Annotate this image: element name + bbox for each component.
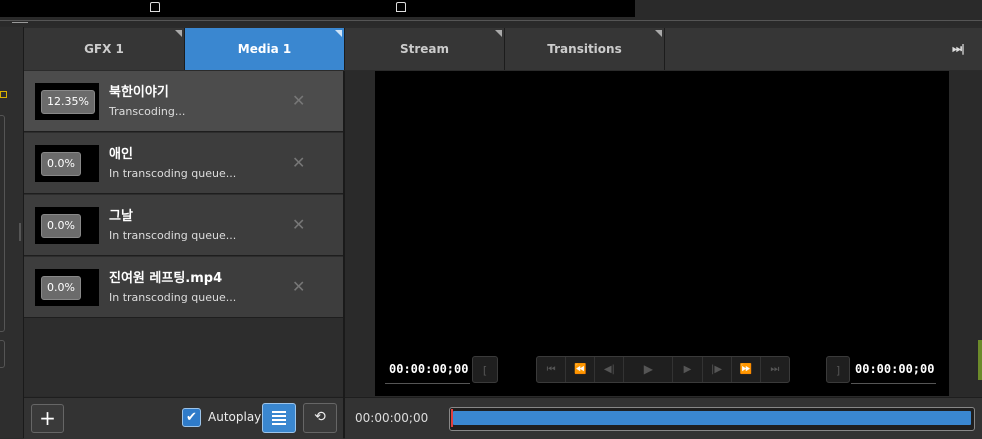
skip-to-start-icon[interactable]: ⏮ [537,357,567,382]
left-panel-button[interactable] [0,340,5,368]
step-back-icon[interactable]: ◀| [595,357,625,382]
tab-strip-filler: ⏭| [665,28,982,70]
current-time: 00:00:00;00 [355,411,429,425]
mark-in-button[interactable]: [ [472,356,498,383]
handle-icon[interactable] [12,22,28,23]
play-forward-icon[interactable]: ▶ [673,357,703,382]
progress-badge: 0.0% [41,214,81,238]
media-name: 북한이야기 [109,85,169,100]
progress-badge: 12.35% [41,90,95,114]
close-icon[interactable]: ✕ [292,215,305,234]
timeline-bar: 00:00:00;00 [345,397,982,439]
close-icon[interactable]: ✕ [292,153,305,172]
top-bar [0,0,982,26]
media-name: 애인 [109,147,133,162]
close-icon[interactable]: ✕ [292,277,305,296]
tab-label: Stream [399,42,450,56]
media-list-toolbar: + ✔ Autoplay ⟲ [24,397,343,439]
transport-controls: ⏮ ⏪ ◀| ▶ ▶ |▶ ⏩ ⏭ [536,356,790,383]
lock-icon[interactable] [396,2,406,12]
tab-label: Media 1 [237,42,292,56]
in-timecode[interactable]: 00:00:00;00 [389,362,468,376]
top-preview-strip [0,0,635,17]
loop-button[interactable]: ⟲ [303,403,337,433]
divider [851,383,936,384]
list-item[interactable]: 12.35% 북한이야기 Transcoding... ✕ [24,71,343,132]
tab-stream[interactable]: Stream [345,28,505,70]
corner-menu-icon[interactable] [175,30,182,37]
lock-icon[interactable] [150,2,160,12]
media-name: 진여원 레프팅.mp4 [109,271,223,286]
media-status: In transcoding queue... [109,291,237,304]
media-status: Transcoding... [109,105,186,118]
scrub-bar[interactable] [449,407,975,431]
video-preview[interactable] [375,71,949,396]
list-item[interactable]: 0.0% 애인 In transcoding queue... ✕ [24,133,343,194]
media-status: In transcoding queue... [109,229,237,242]
list-icon [272,411,286,425]
play-icon[interactable]: ▶ [624,357,674,382]
divider [385,383,470,384]
media-name: 그날 [109,209,133,224]
marker-icon [0,91,7,98]
left-panel-edge [0,27,24,438]
tab-gfx-1[interactable]: GFX 1 [24,28,185,70]
scrub-fill [453,411,971,425]
autoplay-label: Autoplay [208,410,262,424]
progress-badge: 0.0% [41,152,81,176]
step-forward-icon[interactable]: |▶ [703,357,732,382]
media-thumbnail: 0.0% [35,145,99,182]
tab-media-1[interactable]: Media 1 [185,28,345,70]
resize-grip[interactable] [19,223,21,241]
corner-menu-icon[interactable] [495,30,502,37]
media-thumbnail: 0.0% [35,207,99,244]
skip-to-end-icon[interactable]: ⏭ [761,357,789,382]
mark-out-button[interactable]: ] [826,356,850,383]
media-thumbnail: 0.0% [35,269,99,306]
tab-transitions[interactable]: Transitions [505,28,665,70]
divider [0,20,982,21]
out-timecode[interactable]: 00:00:00;00 [855,362,934,376]
playlist-view-button[interactable] [262,403,296,433]
corner-menu-icon[interactable] [335,30,342,37]
left-panel-box [0,115,5,332]
playhead-marker[interactable] [451,409,453,427]
list-item[interactable]: 0.0% 그날 In transcoding queue... ✕ [24,195,343,256]
media-list: 12.35% 북한이야기 Transcoding... ✕ 0.0% 애인 In… [24,71,343,396]
fast-forward-icon[interactable]: ⏩ [732,357,761,382]
rewind-icon[interactable]: ⏪ [566,357,596,382]
tab-label: Transitions [547,42,622,56]
media-thumbnail: 12.35% [35,83,99,120]
close-icon[interactable]: ✕ [292,91,305,110]
corner-menu-icon[interactable] [655,30,662,37]
add-media-button[interactable]: + [31,404,64,433]
edge-indicator [978,340,982,380]
progress-badge: 0.0% [41,276,81,300]
media-status: In transcoding queue... [109,167,237,180]
tab-label: GFX 1 [84,42,124,56]
list-item[interactable]: 0.0% 진여원 레프팅.mp4 In transcoding queue...… [24,257,343,318]
collapse-panel-icon[interactable]: ⏭| [952,42,965,56]
autoplay-checkbox[interactable]: ✔ [182,408,201,427]
